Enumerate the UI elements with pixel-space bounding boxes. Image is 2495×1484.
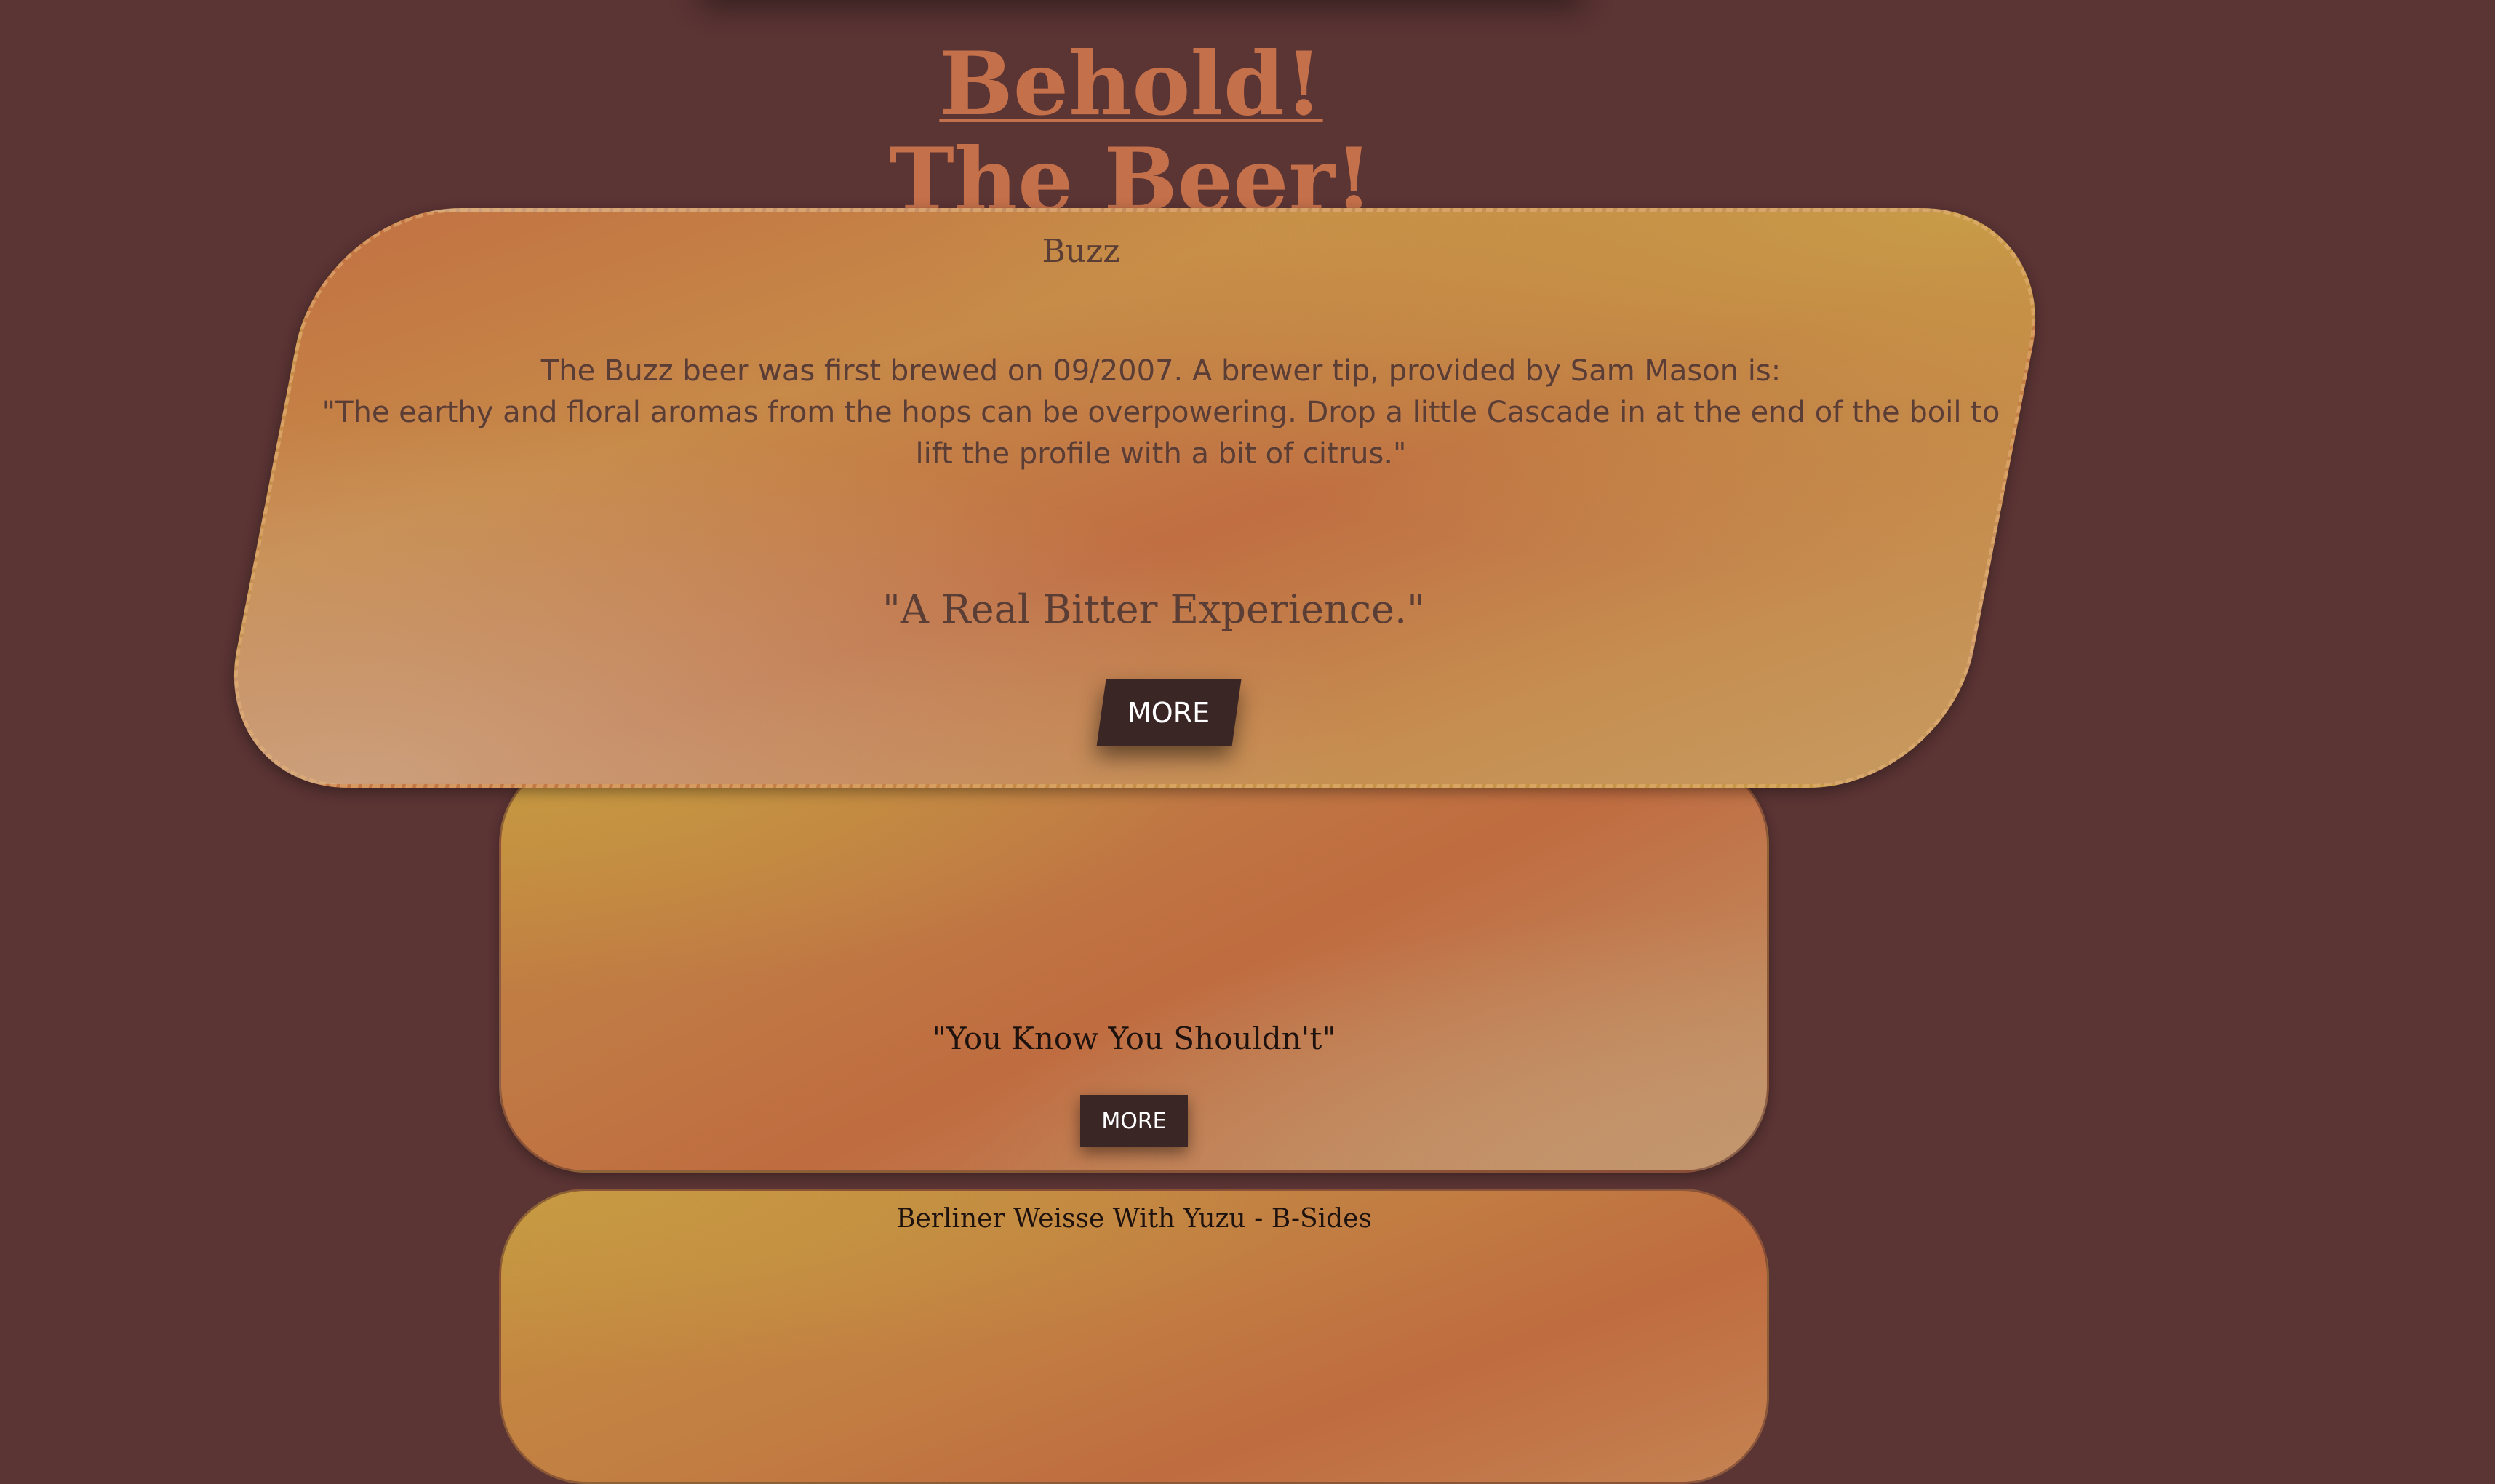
beer-description-line: The Buzz beer was first brewed on 09/200… xyxy=(540,354,1781,388)
beer-card: "You Know You Shouldn't" MORE xyxy=(499,757,1769,1173)
brewer-tip: "The earthy and floral aromas from the h… xyxy=(322,396,2000,471)
page-title: Behold! The Beer! xyxy=(800,36,1462,228)
beer-name: Berliner Weisse With Yuzu - B-Sides xyxy=(895,1204,1372,1234)
beer-description: The Buzz beer was first brewed on 09/200… xyxy=(310,351,2012,475)
beer-card-berliner-weisse: Berliner Weisse With Yuzu - B-Sides xyxy=(499,1189,1769,1484)
beer-name: Buzz xyxy=(1042,233,1120,270)
beer-tagline: "You Know You Shouldn't" xyxy=(932,1021,1336,1056)
more-button[interactable]: MORE xyxy=(1080,1095,1188,1147)
beer-card-buzz: Buzz The Buzz beer was first brewed on 0… xyxy=(209,208,2060,788)
more-button[interactable]: MORE xyxy=(1096,679,1242,746)
beer-tagline: "A Real Bitter Experience." xyxy=(882,586,1425,632)
title-line-behold: Behold! xyxy=(939,33,1323,135)
more-button-label: MORE xyxy=(1127,697,1210,729)
